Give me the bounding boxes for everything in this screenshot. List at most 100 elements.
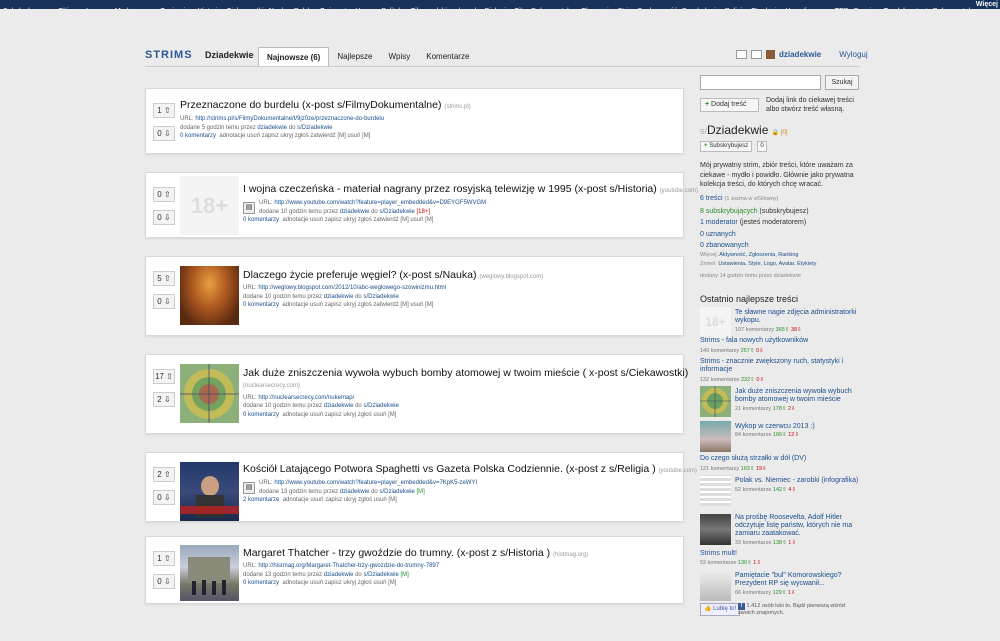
author-link[interactable]: dziadekwie xyxy=(324,403,354,409)
post-actions[interactable]: adnotacje usuń zapisz ukryj zgłoś usuń [… xyxy=(282,412,396,418)
post-title[interactable]: Przeznaczone do burdelu (x-post s/FilmyD… xyxy=(180,99,471,111)
comments-link[interactable]: 2 komentarze xyxy=(243,497,279,503)
post-url[interactable]: http://www.youtube.com/watch?feature=pla… xyxy=(274,480,477,486)
post-thumbnail[interactable] xyxy=(180,545,239,601)
strim-link[interactable]: s/Dziadekwie xyxy=(379,489,414,495)
tab-najnowsze[interactable]: Najnowsze (6) xyxy=(258,47,330,66)
post-title[interactable]: I wojna czeczeńska - materiał nagrany pr… xyxy=(243,183,698,195)
embed-video-icon[interactable]: ▤ xyxy=(243,482,255,494)
post-thumbnail[interactable] xyxy=(700,475,731,506)
strims-logo[interactable]: STRIMS xyxy=(145,49,193,61)
downvote-button[interactable]: 0 ⇩ xyxy=(153,490,175,505)
tab-najlepsze[interactable]: Najlepsze xyxy=(329,47,380,66)
post-thumbnail[interactable] xyxy=(180,266,239,325)
stat-link[interactable]: 0 uznanych xyxy=(700,231,736,238)
post-actions[interactable]: adnotacje usuń zapisz ukryj zgłoś usuń [… xyxy=(283,497,397,503)
author-link[interactable]: dziadekwie xyxy=(324,572,354,578)
post-thumbnail[interactable] xyxy=(180,462,239,521)
author-link[interactable]: dziadekwie xyxy=(257,125,287,131)
strim-link[interactable]: s/Dziadekwie xyxy=(379,209,414,215)
comments-link[interactable]: 0 komentarzy xyxy=(243,217,279,223)
downvote-button[interactable]: 0 ⇩ xyxy=(153,574,175,589)
strim-link[interactable]: s/Dziadekwie xyxy=(363,403,398,409)
best-item-title[interactable]: Do czego służą strzałki w dół (DV) xyxy=(700,455,860,463)
post-actions[interactable]: adnotacje usuń zapisz ukryj zgłoś zatwie… xyxy=(219,133,370,139)
adult-content-thumbnail[interactable]: 18+ xyxy=(700,307,731,338)
stat-link[interactable]: 6 treści xyxy=(700,195,723,202)
stat-link[interactable]: 8 subskrybujących xyxy=(700,208,758,215)
downvote-button[interactable]: 0 ⇩ xyxy=(153,294,175,309)
best-item-title[interactable]: Te sławne nagie zdjęcia administratorki … xyxy=(735,309,859,325)
avatar[interactable] xyxy=(766,50,775,59)
post-thumbnail[interactable] xyxy=(700,421,731,452)
best-item-title[interactable]: Polak vs. Niemiec - zarobki (infografika… xyxy=(735,477,859,485)
downvote-button[interactable]: 0 ⇩ xyxy=(153,210,175,225)
post-actions[interactable]: adnotacje usuń zapisz ukryj zgłoś usuń [… xyxy=(282,580,396,586)
post-url[interactable]: http://weglowy.blogspot.com/2012/10/abc-… xyxy=(258,285,446,291)
notifications-icon[interactable] xyxy=(751,50,762,59)
upvote-button[interactable]: 1 ⇧ xyxy=(153,103,175,118)
search-button[interactable]: Szukaj xyxy=(825,75,859,90)
best-item-title[interactable]: Strims - znacznie zwiększony ruch, staty… xyxy=(700,358,860,374)
stat-link[interactable]: 1 moderator xyxy=(700,219,738,226)
topnav-more-link[interactable]: Więcej xyxy=(972,0,998,9)
stat-link[interactable]: 0 zbanowanych xyxy=(700,242,749,249)
more-links[interactable]: Aktywność, Zgłoszenia, Ranking xyxy=(719,252,798,258)
post-title[interactable]: Jak duże zniszczenia wywoła wybuch bomby… xyxy=(243,367,688,379)
post-url[interactable]: http://strims.pl/s/FilmyDokumentalne/t/9… xyxy=(195,116,384,122)
tab-komentarze[interactable]: Komentarze xyxy=(418,47,477,66)
post-url[interactable]: http://nuclearsecrecy.com/nukemap/ xyxy=(258,395,354,401)
author-link[interactable]: dziadekwie xyxy=(340,489,370,495)
author-link[interactable]: dziadekwie xyxy=(340,209,370,215)
upvote-button[interactable]: 0 ⇧ xyxy=(153,187,175,202)
best-item-title[interactable]: Pamiętacie "bul" Komorowskiego? Prezyden… xyxy=(735,572,859,588)
post-title[interactable]: Kościół Latającego Potwora Spaghetti vs … xyxy=(243,463,697,475)
comments-link[interactable]: 0 komentarzy xyxy=(180,133,216,139)
best-item-title[interactable]: Na prośbę Roosevelta, Adolf Hitler odczy… xyxy=(735,514,859,538)
comments-link[interactable]: 0 komentarzy xyxy=(243,412,279,418)
post-actions[interactable]: adnotacje usuń zapisz ukryj zgłoś zatwie… xyxy=(282,302,433,308)
downvote-button[interactable]: 0 ⇩ xyxy=(153,126,175,141)
adult-content-thumbnail[interactable]: 18+ xyxy=(180,176,239,235)
messages-icon[interactable] xyxy=(736,50,747,59)
upvote-button[interactable]: 2 ⇧ xyxy=(153,467,175,482)
comments-link[interactable]: 0 komentarzy xyxy=(243,580,279,586)
upvote-button[interactable]: 17 ⇧ xyxy=(153,369,175,384)
strim-link[interactable]: s/Dziadekwie xyxy=(297,125,332,131)
strim-stats: 6 treści (1 ważna w s/Główny) 8 subskryb… xyxy=(700,195,809,249)
upvote-button[interactable]: 1 ⇧ xyxy=(153,551,175,566)
search-input[interactable] xyxy=(700,75,821,90)
logout-link[interactable]: Wyloguj xyxy=(839,50,867,59)
post-title[interactable]: Margaret Thatcher - trzy gwoździe do tru… xyxy=(243,547,588,559)
post-url[interactable]: http://histmag.org/Margaret-Thatcher-trz… xyxy=(258,563,439,569)
post-actions[interactable]: adnotacje usuń zapisz ukryj zgłoś zatwie… xyxy=(282,217,433,223)
best-item: Do czego służą strzałki w dół (DV) 121 k… xyxy=(700,455,860,475)
add-content-button[interactable]: + Dodaj treść xyxy=(700,98,759,112)
post-thumbnail[interactable] xyxy=(180,364,239,423)
best-item: Pamiętacie "bul" Komorowskiego? Prezyden… xyxy=(700,570,860,604)
author-link[interactable]: dziadekwie xyxy=(324,294,354,300)
best-item-title[interactable]: Wykop w czerwcu 2013 :) xyxy=(735,423,859,431)
post-title[interactable]: Dlaczego życie preferuje węgiel? (x-post… xyxy=(243,269,543,281)
username-link[interactable]: dziadekwie xyxy=(779,50,821,59)
facebook-like-button[interactable]: 👍 Lubię to! xyxy=(700,603,741,616)
user-area: dziadekwie Wyloguj xyxy=(736,50,868,59)
embed-video-icon[interactable]: ▤ xyxy=(243,202,255,214)
strim-link[interactable]: s/Dziadekwie xyxy=(363,294,398,300)
post-thumbnail[interactable] xyxy=(700,570,731,601)
strim-title-link[interactable]: Dziadekwie xyxy=(205,50,254,60)
post-url[interactable]: http://www.youtube.com/watch?feature=pla… xyxy=(274,200,486,206)
subscribe-button[interactable]: + Subskrybujesz xyxy=(700,141,753,152)
unsubscribe-button[interactable]: 0 xyxy=(757,141,767,152)
comments-link[interactable]: 0 komentarzy xyxy=(243,302,279,308)
downvote-button[interactable]: 2 ⇩ xyxy=(153,392,175,407)
tab-wpisy[interactable]: Wpisy xyxy=(380,47,418,66)
post-thumbnail[interactable] xyxy=(700,386,731,417)
best-item-title[interactable]: Jak duże zniszczenia wywoła wybuch bomby… xyxy=(735,388,859,404)
strim-link[interactable]: s/Dziadekwie xyxy=(363,572,398,578)
best-item-title[interactable]: Strims mult! xyxy=(700,550,860,558)
best-item-title[interactable]: Strims - fala nowych użytkowników xyxy=(700,337,860,345)
post-thumbnail[interactable] xyxy=(700,514,731,545)
upvote-button[interactable]: 5 ⇧ xyxy=(153,271,175,286)
change-links[interactable]: Ustawienia, Style, Logo, Avatar, Etykiet… xyxy=(718,261,816,267)
